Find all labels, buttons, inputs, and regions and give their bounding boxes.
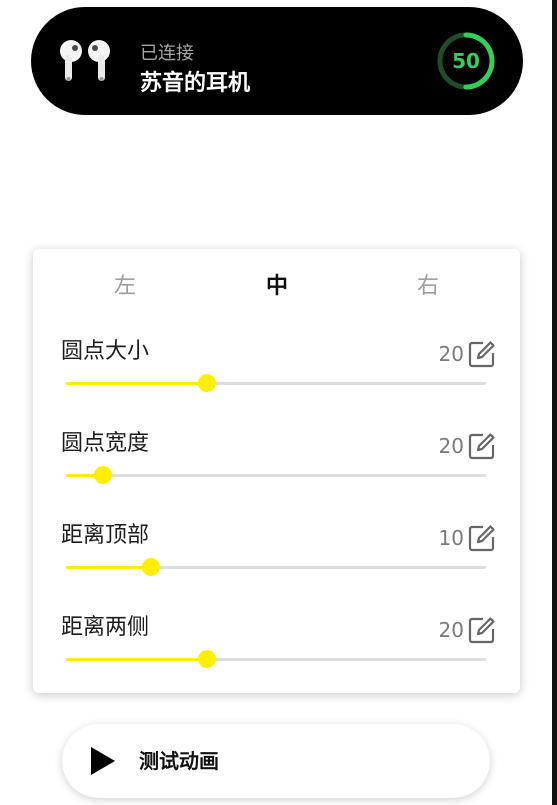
setting-value: 10 (438, 526, 464, 550)
setting-distance-top: 距离顶部 10 (33, 521, 520, 601)
setting-dot-size: 圆点大小 20 (33, 337, 520, 417)
setting-dot-width: 圆点宽度 20 (33, 429, 520, 509)
position-tabs: 左 中 右 (33, 271, 520, 303)
setting-label: 圆点大小 (61, 339, 150, 364)
setting-distance-sides: 距离两侧 20 (33, 613, 520, 693)
setting-value: 20 (438, 618, 464, 642)
setting-label: 距离两侧 (61, 615, 150, 640)
slider-thumb[interactable] (198, 374, 216, 392)
connection-status-label: 已连接 (140, 43, 194, 64)
slider-thumb[interactable] (198, 650, 216, 668)
earbuds-icon (60, 40, 110, 81)
edit-icon[interactable] (467, 615, 497, 645)
slider-thumb[interactable] (142, 558, 160, 576)
slider-distance-top[interactable] (66, 557, 486, 577)
slider-track (66, 474, 486, 477)
tab-left[interactable]: 左 (85, 271, 165, 303)
edit-icon[interactable] (467, 431, 497, 461)
tab-center[interactable]: 中 (237, 271, 317, 303)
test-animation-label: 测试动画 (139, 749, 219, 773)
indicator-settings-card: 左 中 右 圆点大小 20 圆点宽度 20 距离顶部 10 距离两侧 20 (33, 249, 520, 693)
setting-value: 20 (438, 434, 464, 458)
slider-fill (66, 382, 207, 385)
slider-thumb[interactable] (94, 466, 112, 484)
connection-status-pill[interactable]: 已连接 苏音的耳机 50 (31, 7, 523, 115)
setting-label: 圆点宽度 (61, 431, 150, 456)
tab-right[interactable]: 右 (388, 271, 468, 303)
slider-distance-sides[interactable] (66, 649, 486, 669)
play-icon (91, 747, 115, 775)
slider-fill (66, 566, 151, 569)
slider-dot-size[interactable] (66, 373, 486, 393)
slider-fill (66, 658, 207, 661)
edit-icon[interactable] (467, 339, 497, 369)
slider-dot-width[interactable] (66, 465, 486, 485)
edit-icon[interactable] (467, 523, 497, 553)
setting-label: 距离顶部 (61, 523, 150, 548)
device-name: 苏音的耳机 (140, 71, 251, 96)
test-animation-button[interactable]: 测试动画 (62, 724, 490, 798)
setting-value: 20 (438, 342, 464, 366)
battery-level-text: 50 (452, 49, 480, 73)
edge-bar (552, 0, 557, 805)
